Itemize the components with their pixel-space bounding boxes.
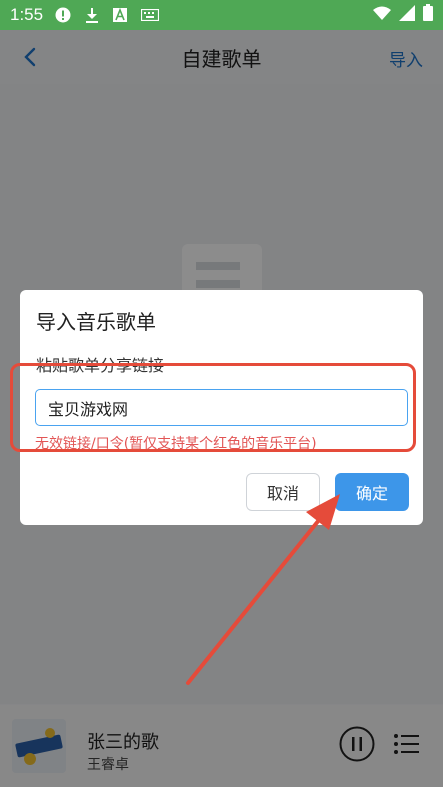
- signal-icon: [399, 4, 415, 26]
- alert-icon: [55, 7, 71, 23]
- confirm-button[interactable]: 确定: [335, 473, 409, 511]
- a-icon: [113, 8, 128, 22]
- wifi-icon: [373, 5, 391, 25]
- battery-icon: [423, 4, 433, 26]
- download-icon: [85, 7, 99, 23]
- cancel-button[interactable]: 取消: [246, 473, 320, 511]
- keyboard-icon: [141, 9, 160, 21]
- status-time: 1:55: [10, 5, 44, 24]
- dialog-title: 导入音乐歌单: [36, 310, 156, 334]
- status-bar: 1:55: [0, 0, 443, 30]
- annotation-highlight-box: [10, 363, 416, 452]
